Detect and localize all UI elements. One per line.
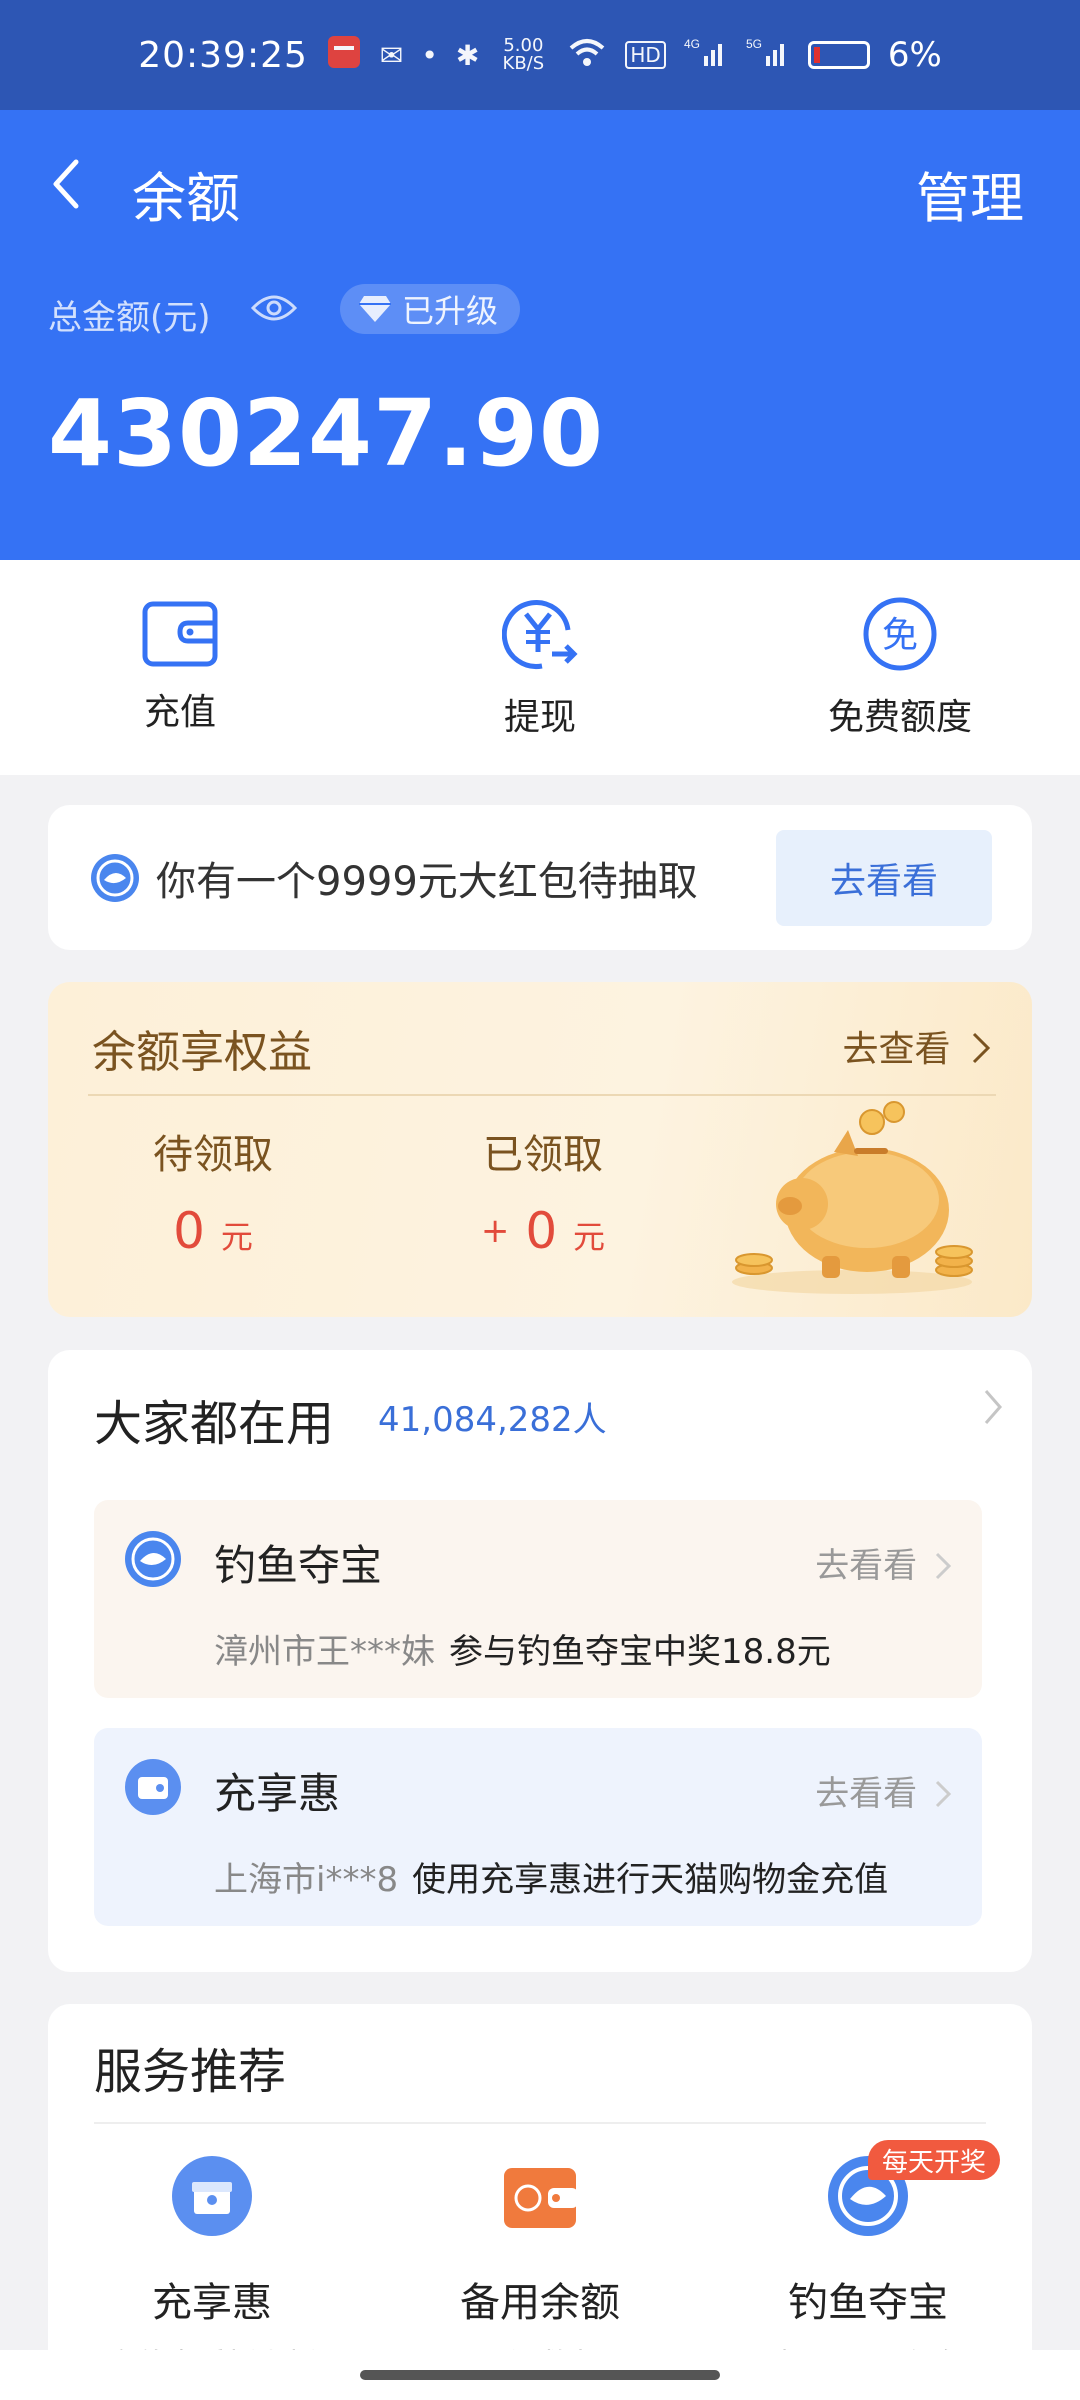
- diamond-icon: [359, 296, 391, 322]
- item-name: 钓鱼夺宝: [214, 1541, 383, 1590]
- go-see-link[interactable]: 去看看: [815, 1766, 952, 1815]
- upgraded-badge[interactable]: 已升级: [340, 284, 521, 334]
- service-recommendations: 服务推荐 充享惠 充值享受折上折 备用余额 江湖救急 钓鱼夺宝 赢9999元红包…: [48, 2004, 1032, 2400]
- chevron-right-icon: [972, 1032, 991, 1064]
- gift-box-icon: [172, 2156, 252, 2236]
- popular-more[interactable]: [982, 1386, 1004, 1437]
- withdraw-button[interactable]: 提现: [390, 596, 690, 740]
- item-desc: 使用充享惠进行天猫购物金充值: [412, 1860, 889, 1900]
- benefits-link-label: 去查看: [842, 1029, 951, 1070]
- pending-value-wrap: 0 元: [128, 1202, 298, 1260]
- bluetooth-icon: ✱: [455, 38, 480, 72]
- received-label: 已领取: [483, 1132, 603, 1178]
- benefits-title: 余额享权益: [92, 1027, 312, 1078]
- piggy-bank-illustration: [732, 1101, 973, 1294]
- chevron-left-icon: [53, 159, 79, 209]
- divider: [94, 2122, 986, 2124]
- benefits-link[interactable]: 去查看: [843, 1020, 992, 1072]
- pending-reward: 待领取 0 元: [128, 1122, 298, 1260]
- wallet-icon: [504, 2168, 578, 2228]
- list-item-recharge-benefit[interactable]: 充享惠 去看看 上海市i***8 使用充享惠进行天猫购物金充值: [94, 1728, 982, 1926]
- chevron-right-icon: [935, 1552, 952, 1580]
- go-see-label: 去看看: [815, 1774, 918, 1814]
- withdraw-label: 提现: [503, 696, 576, 738]
- go-see-link[interactable]: 去看看: [815, 1538, 952, 1587]
- upgraded-label: 已升级: [402, 292, 499, 330]
- promo-text: 你有一个9999元大红包待抽取: [156, 858, 698, 905]
- app-icon: [326, 34, 362, 77]
- gesture-nav-bar: [0, 2350, 1080, 2400]
- received-prefix: +: [480, 1211, 510, 1251]
- balance-benefits-card[interactable]: 余额享权益 去查看 待领取 0 元 已领取 + 0 元: [48, 982, 1032, 1317]
- recharge-button[interactable]: 充值: [30, 601, 330, 735]
- message-icon: ✉: [379, 38, 404, 72]
- pending-value: 0: [173, 1202, 205, 1260]
- services-title: 服务推荐: [94, 2044, 287, 2100]
- popular-title: 大家都在用: [94, 1396, 335, 1452]
- status-time: 20:39:25: [138, 34, 308, 76]
- popular-services-card: 大家都在用 41,084,282人 钓鱼夺宝 去看看 漳州市王***妹 参与钓鱼夺…: [48, 1350, 1032, 1972]
- wallet-icon: [142, 601, 218, 666]
- service-label: 钓鱼夺宝: [788, 2280, 948, 2326]
- net-speed: 5.00 KB/S: [502, 35, 545, 74]
- pending-label: 待领取: [153, 1132, 273, 1178]
- received-value: 0: [525, 1202, 558, 1260]
- svg-text:5G: 5G: [746, 37, 762, 51]
- service-label: 备用余额: [460, 2280, 620, 2326]
- total-amount: 430247.90: [48, 380, 605, 487]
- item-name: 充享惠: [214, 1769, 341, 1818]
- yen-withdraw-icon: [502, 599, 578, 669]
- fishing-treasure-icon: [91, 853, 139, 902]
- item-activity: 漳州市王***妹 参与钓鱼夺宝中奖18.8元: [214, 1624, 831, 1673]
- balance-header: 余额 管理 总金额(元) 已升级 430247.90: [0, 110, 1080, 560]
- free-quota-button[interactable]: 免 免费额度: [750, 596, 1050, 740]
- divider: [88, 1094, 996, 1096]
- item-activity: 上海市i***8 使用充享惠进行天猫购物金充值: [214, 1852, 888, 1901]
- back-button[interactable]: [48, 156, 84, 222]
- item-desc: 参与钓鱼夺宝中奖18.8元: [449, 1632, 831, 1672]
- pending-unit: 元: [220, 1218, 253, 1256]
- page-title: 余额: [132, 167, 240, 230]
- battery-percent: 6%: [887, 35, 942, 75]
- wifi-icon: [567, 36, 607, 75]
- signal-5g-icon: 5G: [746, 36, 790, 75]
- item-user: 漳州市王***妹: [214, 1632, 435, 1672]
- eye-icon[interactable]: [250, 292, 298, 324]
- manage-button[interactable]: 管理: [916, 154, 1024, 233]
- fishing-treasure-icon: [125, 1531, 181, 1587]
- total-amount-label: 总金额(元): [48, 298, 211, 338]
- received-unit: 元: [573, 1218, 606, 1256]
- item-user: 上海市i***8: [214, 1860, 399, 1900]
- status-bar: 20:39:25 ✉ • ✱ 5.00 KB/S HD 4G 5G 6%: [0, 0, 1080, 110]
- service-label: 充享惠: [152, 2280, 272, 2326]
- daily-draw-badge: 每天开奖: [867, 2140, 1000, 2180]
- received-value-wrap: + 0 元: [458, 1202, 628, 1260]
- list-item-fishing-treasure[interactable]: 钓鱼夺宝 去看看 漳州市王***妹 参与钓鱼夺宝中奖18.8元: [94, 1500, 982, 1698]
- quick-actions: 充值 提现 免 免费额度: [0, 560, 1080, 775]
- received-reward: 已领取 + 0 元: [458, 1122, 628, 1260]
- svg-text:免: 免: [882, 615, 918, 656]
- hd-icon: HD: [625, 41, 666, 69]
- chevron-right-icon: [984, 1390, 1002, 1424]
- battery-icon: [807, 41, 870, 69]
- dot-icon: •: [421, 38, 438, 72]
- card-icon: [125, 1759, 181, 1815]
- recharge-label: 充值: [143, 691, 216, 733]
- go-see-label: 去看看: [815, 1546, 918, 1586]
- red-packet-promo[interactable]: 你有一个9999元大红包待抽取 去看看: [48, 805, 1032, 950]
- home-indicator[interactable]: [360, 2370, 720, 2380]
- free-quota-icon: 免: [863, 597, 937, 670]
- free-quota-label: 免费额度: [827, 696, 972, 738]
- chevron-right-icon: [935, 1780, 952, 1808]
- go-see-button[interactable]: 去看看: [776, 829, 992, 926]
- svg-text:4G: 4G: [684, 37, 700, 51]
- signal-4g-icon: 4G: [684, 36, 728, 75]
- user-count: 41,084,282人: [378, 1400, 607, 1440]
